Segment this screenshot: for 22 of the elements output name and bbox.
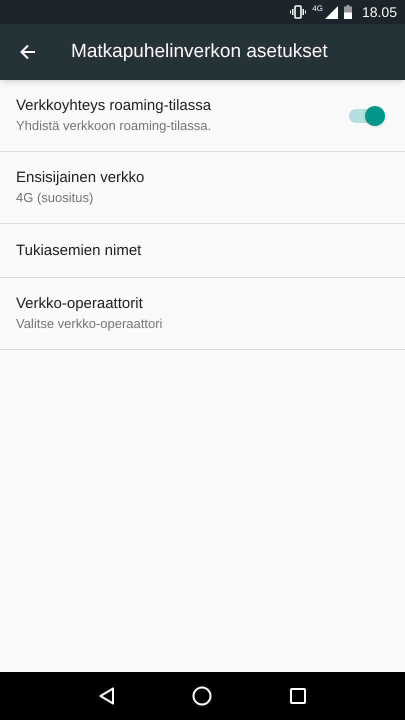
back-arrow-icon bbox=[20, 44, 36, 60]
screen-title: Matkapuhelinverkon asetukset bbox=[71, 40, 328, 64]
settings-row[interactable]: Verkko-operaattorit Valitse verkko-operaattori bbox=[0, 278, 405, 350]
back-icon[interactable] bbox=[98, 687, 115, 705]
clock: 18.05 bbox=[362, 2, 397, 22]
home-icon[interactable] bbox=[192, 686, 212, 706]
vibrate-icon bbox=[290, 5, 306, 19]
setting-title: Ensisijainen verkko bbox=[16, 168, 146, 188]
toggle-switch[interactable] bbox=[349, 104, 385, 126]
settings-row[interactable]: Tukiasemien nimet bbox=[0, 224, 405, 278]
setting-summary: Yhdistä verkkoon roaming-tilassa. bbox=[16, 116, 212, 135]
battery-icon bbox=[344, 5, 352, 19]
setting-summary: Valitse verkko-operaattori bbox=[16, 314, 164, 333]
setting-summary: 4G (suositus) bbox=[16, 188, 94, 207]
signal-icon bbox=[324, 6, 338, 18]
recents-icon[interactable] bbox=[290, 688, 306, 704]
network-type: 4G bbox=[312, 5, 323, 13]
settings-row[interactable]: Ensisijainen verkko 4G (suositus) bbox=[0, 152, 405, 224]
setting-title: Verkkoyhteys roaming-tilassa bbox=[16, 96, 212, 116]
setting-title: Verkko-operaattorit bbox=[16, 294, 144, 314]
setting-title: Tukiasemien nimet bbox=[16, 240, 142, 260]
settings-row[interactable]: Verkkoyhteys roaming-tilassa Yhdistä verkkoon roaming-tilassa. bbox=[0, 80, 405, 152]
